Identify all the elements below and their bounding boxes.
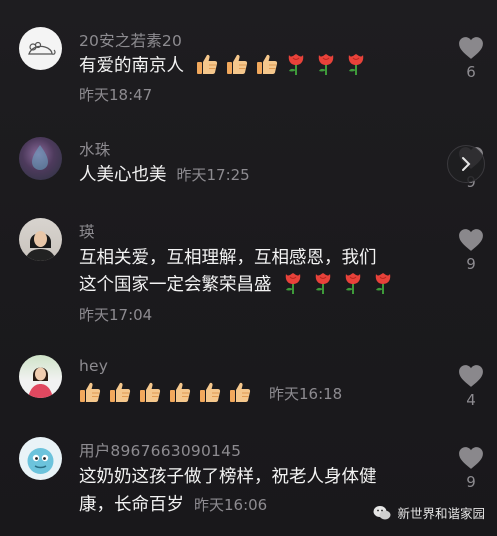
- comment-time: 昨天16:18: [269, 385, 343, 403]
- watermark: 新世界和谐家园: [373, 503, 485, 522]
- comment-text: 有爱的南京人: [79, 52, 376, 80]
- comment-time: 昨天18:47: [79, 86, 153, 104]
- avatar[interactable]: [19, 27, 62, 70]
- rose-icon: [313, 271, 333, 295]
- username[interactable]: hey: [79, 357, 108, 375]
- rose-icon: [316, 52, 336, 76]
- comment-text: 人美心也美 昨天17:25: [79, 161, 250, 189]
- heart-icon: [458, 228, 484, 252]
- like-button[interactable]: 9: [456, 446, 486, 491]
- heart-icon: [458, 364, 484, 388]
- like-button[interactable]: 6: [456, 36, 486, 81]
- like-button[interactable]: 9: [456, 228, 486, 273]
- thumbs-up-icon: [196, 53, 218, 75]
- like-count: 9: [466, 255, 476, 273]
- cartoon-avatar-icon: [27, 448, 54, 474]
- thumbs-up-icon: [199, 381, 221, 403]
- comment-time: 昨天17:04: [79, 306, 153, 324]
- avatar[interactable]: [19, 137, 62, 180]
- comment-text-line-1: 这奶奶这孩子做了榜样，祝老人身体健: [79, 467, 377, 487]
- comment-text-content: 有爱的南京人: [79, 56, 184, 76]
- rose-icon: [373, 271, 393, 295]
- thumbs-up-icon: [256, 53, 278, 75]
- comment-text-content: 这个国家一定会繁荣昌盛: [79, 275, 272, 295]
- water-drop-icon: [32, 145, 48, 170]
- avatar[interactable]: [19, 437, 62, 480]
- person-photo-icon: [28, 367, 53, 398]
- thumbs-up-icon: [139, 381, 161, 403]
- comment-text: 昨天16:18: [79, 380, 342, 408]
- thumbs-up-icon: [229, 381, 251, 403]
- thumbs-up-icon: [169, 381, 191, 403]
- username[interactable]: 瑛: [79, 220, 95, 242]
- rose-icon: [343, 271, 363, 295]
- comment-text-content: 康，长命百岁: [79, 495, 184, 515]
- heart-icon: [458, 36, 484, 60]
- mouse-drawing-icon: [28, 41, 56, 55]
- comment-text: 康，长命百岁 昨天16:06: [79, 491, 267, 519]
- avatar[interactable]: [19, 355, 62, 398]
- wechat-icon: [373, 505, 391, 519]
- like-count: 9: [466, 473, 476, 491]
- thumbs-up-icon: [109, 381, 131, 403]
- like-count: 4: [466, 391, 476, 409]
- chevron-right-icon: [462, 157, 471, 171]
- username[interactable]: 用户8967663090145: [79, 439, 241, 461]
- rose-icon: [346, 52, 366, 76]
- rose-icon: [283, 271, 303, 295]
- comment-text-line-1: 互相关爱，互相理解，互相感恩，我们: [79, 248, 377, 268]
- comment-text: 这个国家一定会繁荣昌盛: [79, 271, 403, 299]
- comment-time: 昨天16:06: [194, 496, 268, 514]
- person-photo-icon: [25, 231, 56, 261]
- like-button[interactable]: 4: [456, 364, 486, 409]
- like-count: 6: [466, 63, 476, 81]
- thumbs-up-icon: [79, 381, 101, 403]
- avatar[interactable]: [19, 218, 62, 261]
- username[interactable]: 20安之若素20: [79, 29, 182, 51]
- thumbs-up-icon: [226, 53, 248, 75]
- comment-text-content: 人美心也美: [79, 165, 167, 185]
- heart-icon: [458, 446, 484, 470]
- username[interactable]: 水珠: [79, 138, 110, 160]
- comment-time: 昨天17:25: [176, 166, 250, 184]
- rose-icon: [286, 52, 306, 76]
- watermark-text: 新世界和谐家园: [397, 506, 485, 521]
- next-button[interactable]: [447, 145, 485, 183]
